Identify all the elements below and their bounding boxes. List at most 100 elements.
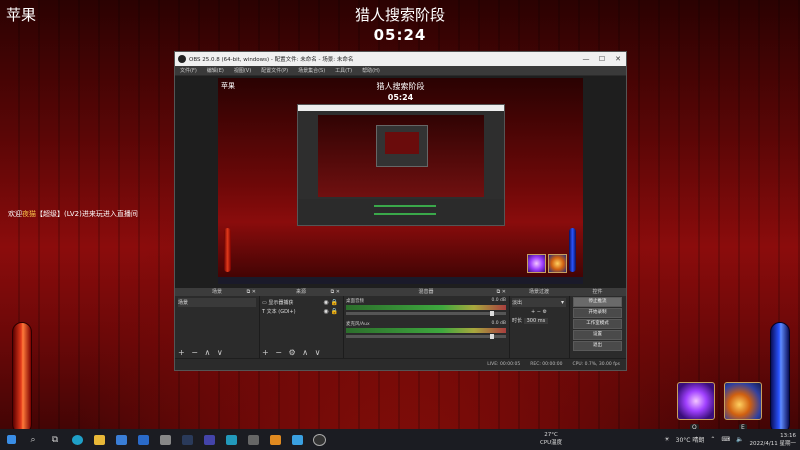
skill-orb-icon[interactable]: [677, 382, 715, 420]
clock-time: 13:16: [780, 432, 796, 439]
controls-dock: 控件 停止推流 开始录制 工作室模式 设置 退出: [569, 288, 626, 358]
nested-obs-window: [297, 104, 505, 226]
volume-meter: [346, 305, 506, 310]
app-icon[interactable]: [202, 434, 216, 446]
file-explorer-icon[interactable]: [92, 434, 106, 446]
preview-blue-gauge: [569, 228, 576, 272]
menu-view[interactable]: 视图(V): [229, 67, 256, 74]
store-icon[interactable]: [114, 434, 128, 446]
menu-help[interactable]: 帮助(H): [357, 67, 385, 74]
obs-docks: 场景 ⧉ ✕ 场景 + − ∧ ∨ 来源 ⧉ ✕ ▭ 显示器捕获 ◉ 🔒 T 文本 (…: [175, 288, 626, 358]
minimize-button[interactable]: —: [578, 55, 594, 63]
search-icon[interactable]: ⌕: [26, 434, 40, 446]
obs-taskbar-icon[interactable]: [312, 433, 326, 446]
volume-fader[interactable]: [346, 311, 506, 316]
skill-broom-icon[interactable]: [724, 382, 762, 420]
tray-weather[interactable]: 30°C 晴朗: [676, 435, 705, 444]
preview-taskbar: [218, 277, 583, 284]
weather-icon[interactable]: ☀: [664, 436, 669, 443]
menu-file[interactable]: 文件(F): [175, 67, 202, 74]
obs-title: OBS 25.0.8 (64-bit, windows) - 配置文件: 未命名…: [189, 57, 354, 63]
phase-title: 猎人搜索阶段: [354, 6, 445, 24]
chat-prefix: 欢迎: [8, 210, 22, 218]
stream-preview[interactable]: 苹果 猎人搜索阶段 05:24: [218, 78, 583, 284]
clock-date: 2022/4/11 星期一: [749, 440, 796, 447]
obs-status-bar: LIVE: 00:00:05 REC: 00:00:00 CPU: 0.7%, …: [175, 358, 626, 369]
source-label: 显示器捕获: [268, 300, 294, 306]
preview-skill-broom-icon: [548, 254, 567, 273]
maximize-button[interactable]: ☐: [594, 55, 610, 63]
scene-item[interactable]: 场景: [178, 298, 256, 307]
transition-select[interactable]: 淡出 ▾: [512, 298, 566, 307]
studio-mode-button[interactable]: 工作室模式: [573, 319, 622, 329]
obs-titlebar[interactable]: OBS 25.0.8 (64-bit, windows) - 配置文件: 未命名…: [175, 52, 626, 66]
mixer-channel-mic: 麦克风/Aux 0.0 dB: [346, 321, 506, 339]
stop-streaming-button[interactable]: 停止推流: [573, 297, 622, 307]
app-icon[interactable]: [268, 434, 282, 446]
edge-browser-icon[interactable]: [70, 434, 84, 446]
cpu-temp-label: CPU温度: [540, 440, 563, 446]
channel-name: 桌面音频: [346, 299, 364, 304]
app-icon[interactable]: [224, 434, 238, 446]
menu-profile[interactable]: 配置文件(P): [256, 67, 293, 74]
preview-title: 猎人搜索阶段: [376, 82, 425, 91]
channel-name: 麦克风/Aux: [346, 322, 370, 327]
steam-icon[interactable]: [180, 434, 194, 446]
red-health-gauge: [12, 322, 32, 434]
mixer-channel-desktop: 桌面音频 0.0 dB: [346, 298, 506, 316]
source-item-display[interactable]: ▭ 显示器捕获 ◉ 🔒: [262, 298, 340, 307]
chat-message: 欢迎夜猫【超级】(LV2)进来玩进入直播间: [8, 209, 138, 219]
mixer-dock: 混音器 ⧉ ✕ 桌面音频 0.0 dB 麦克风/Aux 0.0 dB: [343, 288, 510, 358]
volume-meter: [346, 328, 506, 333]
source-item-text[interactable]: T 文本 (GDI+) ◉ 🔒: [262, 307, 340, 316]
eye-icon[interactable]: ◉ 🔒: [323, 299, 338, 306]
scenes-toolbar[interactable]: + − ∧ ∨: [178, 348, 225, 357]
start-recording-button[interactable]: 开始录制: [573, 308, 622, 318]
app-icon[interactable]: [290, 434, 304, 446]
obs-logo-icon: [178, 55, 186, 63]
blue-mana-gauge: [770, 322, 790, 434]
eye-icon[interactable]: ◉ 🔒: [323, 308, 338, 315]
cpu-temp-widget[interactable]: 27°C CPU温度: [540, 431, 562, 447]
volume-fader[interactable]: [346, 334, 506, 339]
duration-row: 时长 300 ms: [512, 316, 566, 325]
scene-item-label: 场景: [178, 300, 189, 306]
nested-obs-window-inner: [376, 125, 428, 167]
source-label: 文本 (GDI+): [266, 309, 296, 315]
scenes-dock: 场景 ⧉ ✕ 场景 + − ∧ ∨: [175, 288, 260, 358]
network-icon[interactable]: ⌨: [721, 436, 730, 443]
channel-db: 0.0 dB: [491, 321, 506, 326]
cpu-temp: 27°C: [544, 432, 558, 438]
sources-toolbar[interactable]: + − ⚙ ∧ ∨: [262, 348, 322, 357]
close-button[interactable]: ✕: [610, 55, 626, 63]
sources-header: 来源: [295, 289, 306, 295]
obs-window[interactable]: OBS 25.0.8 (64-bit, windows) - 配置文件: 未命名…: [174, 51, 627, 371]
chat-username: 夜猫: [22, 210, 36, 218]
preview-red-gauge: [224, 228, 231, 272]
clock[interactable]: 13:16 2022/4/11 星期一: [750, 432, 796, 448]
chevron-up-icon[interactable]: ⌃: [710, 436, 715, 443]
windows-taskbar: ⌕ ⧉ 27°C CPU温度 ☀ 30°C 晴朗 ⌃ ⌨ 🔈 13:16 202…: [0, 429, 800, 450]
mixer-header: 混音器: [418, 289, 434, 295]
transition-toolbar[interactable]: + − ⚙: [512, 307, 566, 316]
transitions-header: 场景过渡: [528, 289, 549, 295]
menu-tools[interactable]: 工具(T): [330, 67, 357, 74]
settings-button[interactable]: 设置: [573, 330, 622, 340]
obs-menubar: 文件(F) 编辑(E) 视图(V) 配置文件(P) 场景集合(S) 工具(T) …: [175, 66, 626, 75]
menu-edit[interactable]: 编辑(E): [202, 67, 229, 74]
exit-button[interactable]: 退出: [573, 341, 622, 351]
volume-icon[interactable]: 🔈: [736, 436, 743, 443]
duration-input[interactable]: 300 ms: [523, 317, 549, 324]
task-view-icon[interactable]: ⧉: [48, 434, 62, 446]
controls-header: 控件: [592, 289, 603, 295]
preview-timer: 05:24: [387, 93, 414, 102]
mail-icon[interactable]: [136, 434, 150, 446]
rec-status: REC: 00:00:00: [530, 361, 563, 367]
app-icon[interactable]: [158, 434, 172, 446]
menu-scene-collection[interactable]: 场景集合(S): [293, 67, 330, 74]
app-icon[interactable]: [246, 434, 260, 446]
transitions-dock: 场景过渡 淡出 ▾ + − ⚙ 时长 300 ms: [509, 288, 570, 358]
transition-type: 淡出: [512, 300, 523, 306]
live-status: LIVE: 00:00:05: [487, 361, 521, 367]
windows-start-icon[interactable]: [4, 434, 18, 446]
